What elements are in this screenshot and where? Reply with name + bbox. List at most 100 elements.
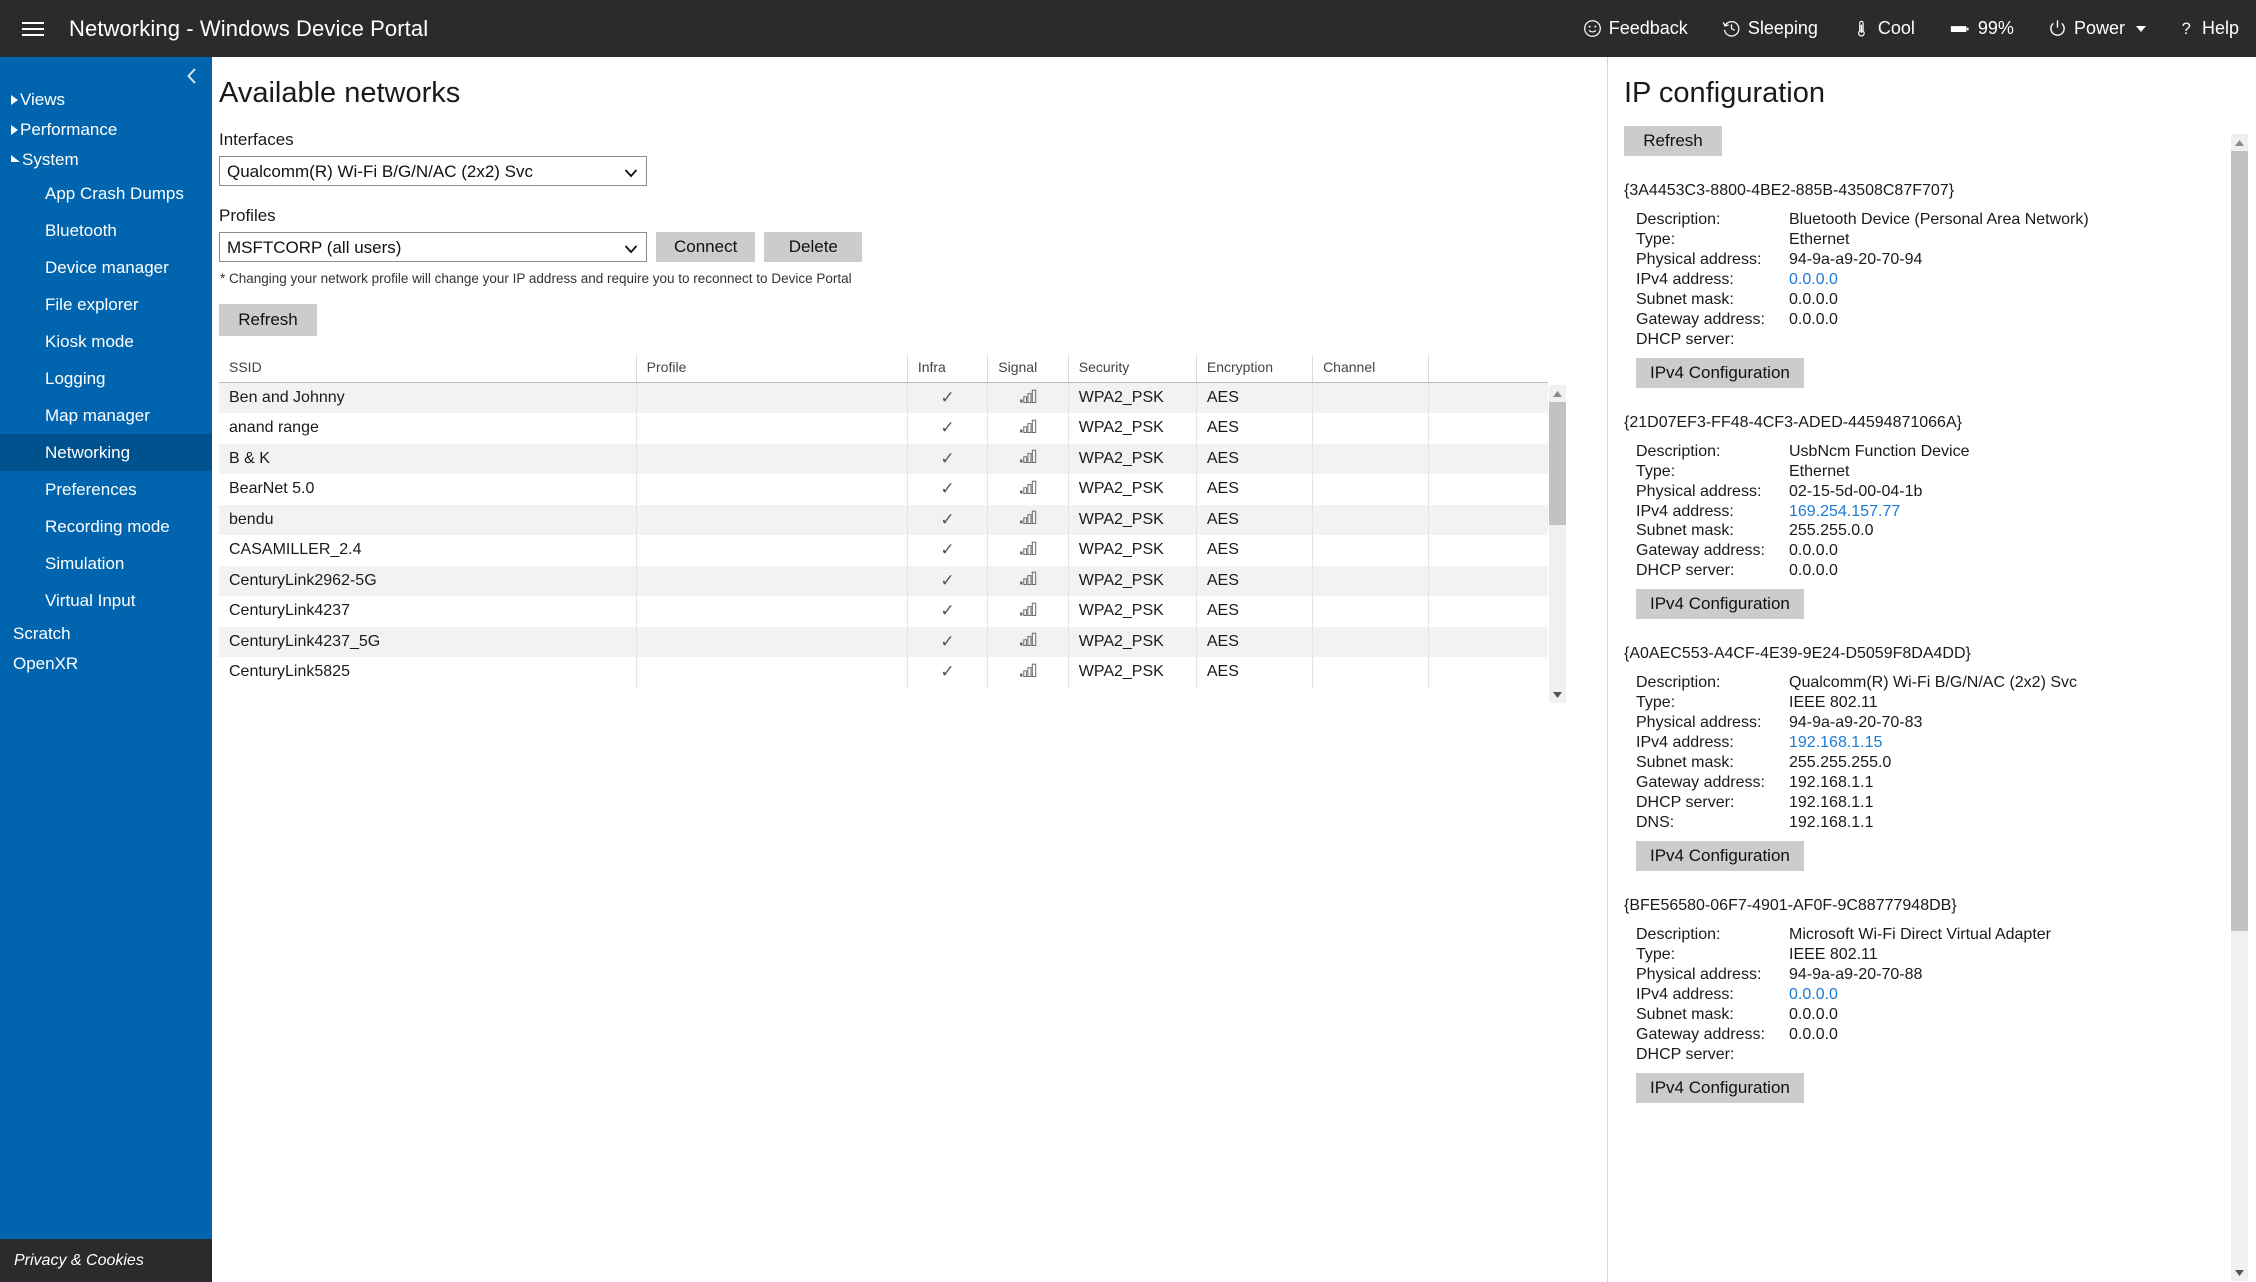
cell-profile <box>635 565 908 596</box>
field-value: 0.0.0.0 <box>1789 290 1838 308</box>
ipv4-configuration-button[interactable]: IPv4 Configuration <box>1636 840 1804 871</box>
sleeping-status[interactable]: Sleeping <box>1705 0 1835 57</box>
networks-table-scrollbar[interactable] <box>1549 385 1566 703</box>
table-row[interactable]: CenturyLink4237_5G ✓ WPA2_PSK AES <box>219 626 1548 657</box>
ipv4-configuration-button[interactable]: IPv4 Configuration <box>1636 357 1804 388</box>
cell-security: WPA2_PSK <box>1067 474 1197 505</box>
ip-configuration-panel: IP configuration Refresh {3A4453C3-8800-… <box>1607 57 2256 1282</box>
sidebar-nav: Views Performance System App Crash Dumps… <box>0 85 212 679</box>
table-row[interactable]: bendu ✓ WPA2_PSK AES <box>219 504 1548 535</box>
cell-profile <box>635 413 908 444</box>
scrollbar-thumb[interactable] <box>1549 402 1566 525</box>
networks-table-body: Ben and Johnny ✓ WPA2_PSK AES anand range ✓ WP… <box>219 382 1548 688</box>
cell-encryption: AES <box>1195 596 1313 627</box>
interfaces-select[interactable]: Qualcomm(R) Wi-Fi B/G/N/AC (2x2) Svc <box>219 156 647 186</box>
column-header-infra[interactable]: Infra <box>906 355 988 383</box>
sidebar-item-app-crash-dumps[interactable]: App Crash Dumps <box>0 175 212 212</box>
cell-security: WPA2_PSK <box>1067 413 1197 444</box>
table-row[interactable]: BearNet 5.0 ✓ WPA2_PSK AES <box>219 474 1548 505</box>
check-icon: ✓ <box>940 540 955 560</box>
field-value[interactable]: 0.0.0.0 <box>1789 271 1838 289</box>
cell-ssid: CenturyLink4237 <box>229 602 350 620</box>
table-row[interactable]: CenturyLink2962-5G ✓ WPA2_PSK AES <box>219 565 1548 596</box>
cell-spacer <box>1428 565 1548 596</box>
sidebar-group-views[interactable]: Views <box>0 85 212 115</box>
table-row[interactable]: CenturyLink4237 ✓ WPA2_PSK AES <box>219 596 1548 627</box>
refresh-networks-button[interactable]: Refresh <box>219 304 317 336</box>
ipv4-configuration-button[interactable]: IPv4 Configuration <box>1636 589 1804 620</box>
field-value[interactable]: 0.0.0.0 <box>1789 986 1838 1004</box>
scroll-down-icon[interactable] <box>2231 1264 2248 1281</box>
battery-label: 99% <box>1977 18 2014 38</box>
table-row[interactable]: B & K ✓ WPA2_PSK AES <box>219 443 1548 474</box>
cell-profile <box>635 596 908 627</box>
sidebar-item-kiosk-mode[interactable]: Kiosk mode <box>0 323 212 360</box>
scrollbar-thumb[interactable] <box>2231 151 2248 931</box>
scroll-up-icon[interactable] <box>2231 134 2248 151</box>
privacy-and-cookies-link[interactable]: Privacy & Cookies <box>0 1239 212 1282</box>
table-row[interactable]: CASAMILLER_2.4 ✓ WPA2_PSK AES <box>219 535 1548 566</box>
connect-button[interactable]: Connect <box>656 232 756 262</box>
column-header-ssid[interactable]: SSID <box>219 355 637 383</box>
cell-infra: ✓ <box>906 413 988 444</box>
sidebar-item-bluetooth[interactable]: Bluetooth <box>0 212 212 249</box>
cell-security: WPA2_PSK <box>1067 657 1197 688</box>
signal-icon <box>1019 541 1037 559</box>
ipv4-configuration-button[interactable]: IPv4 Configuration <box>1636 1072 1804 1103</box>
page-title: Networking - Windows Device Portal <box>69 15 429 41</box>
help-button[interactable]: ? Help <box>2163 0 2256 57</box>
power-menu-button[interactable]: Power <box>2031 0 2163 57</box>
field-value[interactable]: 192.168.1.15 <box>1789 734 1882 752</box>
sidebar-item-virtual-input[interactable]: Virtual Input <box>0 582 212 619</box>
cell-signal <box>987 504 1069 535</box>
field-value: UsbNcm Function Device <box>1789 442 1970 460</box>
cell-ssid: CenturyLink4237_5G <box>229 632 381 650</box>
feedback-button[interactable]: Feedback <box>1566 0 1705 57</box>
field-value: 0.0.0.0 <box>1789 1005 1838 1023</box>
cell-channel <box>1312 474 1429 505</box>
cell-signal <box>987 474 1069 505</box>
signal-icon <box>1019 449 1037 467</box>
hamburger-icon[interactable] <box>19 19 47 39</box>
sidebar-item-scratch[interactable]: Scratch <box>0 619 212 649</box>
check-icon: ✓ <box>940 448 955 468</box>
sidebar-item-device-manager[interactable]: Device manager <box>0 249 212 286</box>
cell-signal <box>987 596 1069 627</box>
sidebar-group-performance[interactable]: Performance <box>0 115 212 145</box>
field-value[interactable]: 169.254.157.77 <box>1789 503 1900 521</box>
sidebar-item-label: Device manager <box>45 257 169 277</box>
cell-infra: ✓ <box>906 565 988 596</box>
column-header-encryption[interactable]: Encryption <box>1195 355 1313 383</box>
temperature-status[interactable]: Cool <box>1835 0 1932 57</box>
column-header-channel[interactable]: Channel <box>1312 355 1429 383</box>
table-row[interactable]: anand range ✓ WPA2_PSK AES <box>219 413 1548 444</box>
cell-spacer <box>1428 413 1548 444</box>
main-panel: Available networks Interfaces Qualcomm(R… <box>212 57 1607 1282</box>
battery-status[interactable]: 99% <box>1932 0 2031 57</box>
scroll-up-icon[interactable] <box>1549 385 1566 402</box>
column-header-profile[interactable]: Profile <box>635 355 908 383</box>
sidebar-item-recording-mode[interactable]: Recording mode <box>0 508 212 545</box>
sidebar-item-networking[interactable]: Networking <box>0 434 212 471</box>
cell-spacer <box>1428 474 1548 505</box>
table-row[interactable]: CenturyLink5825 ✓ WPA2_PSK AES <box>219 657 1548 688</box>
sidebar-item-file-explorer[interactable]: File explorer <box>0 286 212 323</box>
sidebar-item-openxr[interactable]: OpenXR <box>0 649 212 679</box>
column-header-signal[interactable]: Signal <box>987 355 1069 383</box>
sidebar-item-simulation[interactable]: Simulation <box>0 545 212 582</box>
column-header-security[interactable]: Security <box>1067 355 1197 383</box>
adapter-fields: Description: Microsoft Wi-Fi Direct Virtu… <box>1636 926 2256 1064</box>
table-row[interactable]: Ben and Johnny ✓ WPA2_PSK AES <box>219 382 1548 413</box>
cell-ssid: bendu <box>229 510 274 528</box>
profiles-select[interactable]: MSFTCORP (all users) <box>219 232 647 262</box>
sidebar-item-map-manager[interactable]: Map manager <box>0 397 212 434</box>
sidebar-item-preferences[interactable]: Preferences <box>0 471 212 508</box>
svg-text:?: ? <box>2182 20 2191 38</box>
ip-panel-scrollbar[interactable] <box>2231 134 2248 1281</box>
sidebar-item-label: OpenXR <box>13 654 79 673</box>
refresh-ip-button[interactable]: Refresh <box>1624 126 1722 156</box>
sidebar-group-system[interactable]: System <box>0 145 212 175</box>
delete-button[interactable]: Delete <box>764 232 863 262</box>
scroll-down-icon[interactable] <box>1549 686 1566 703</box>
sidebar-item-logging[interactable]: Logging <box>0 360 212 397</box>
